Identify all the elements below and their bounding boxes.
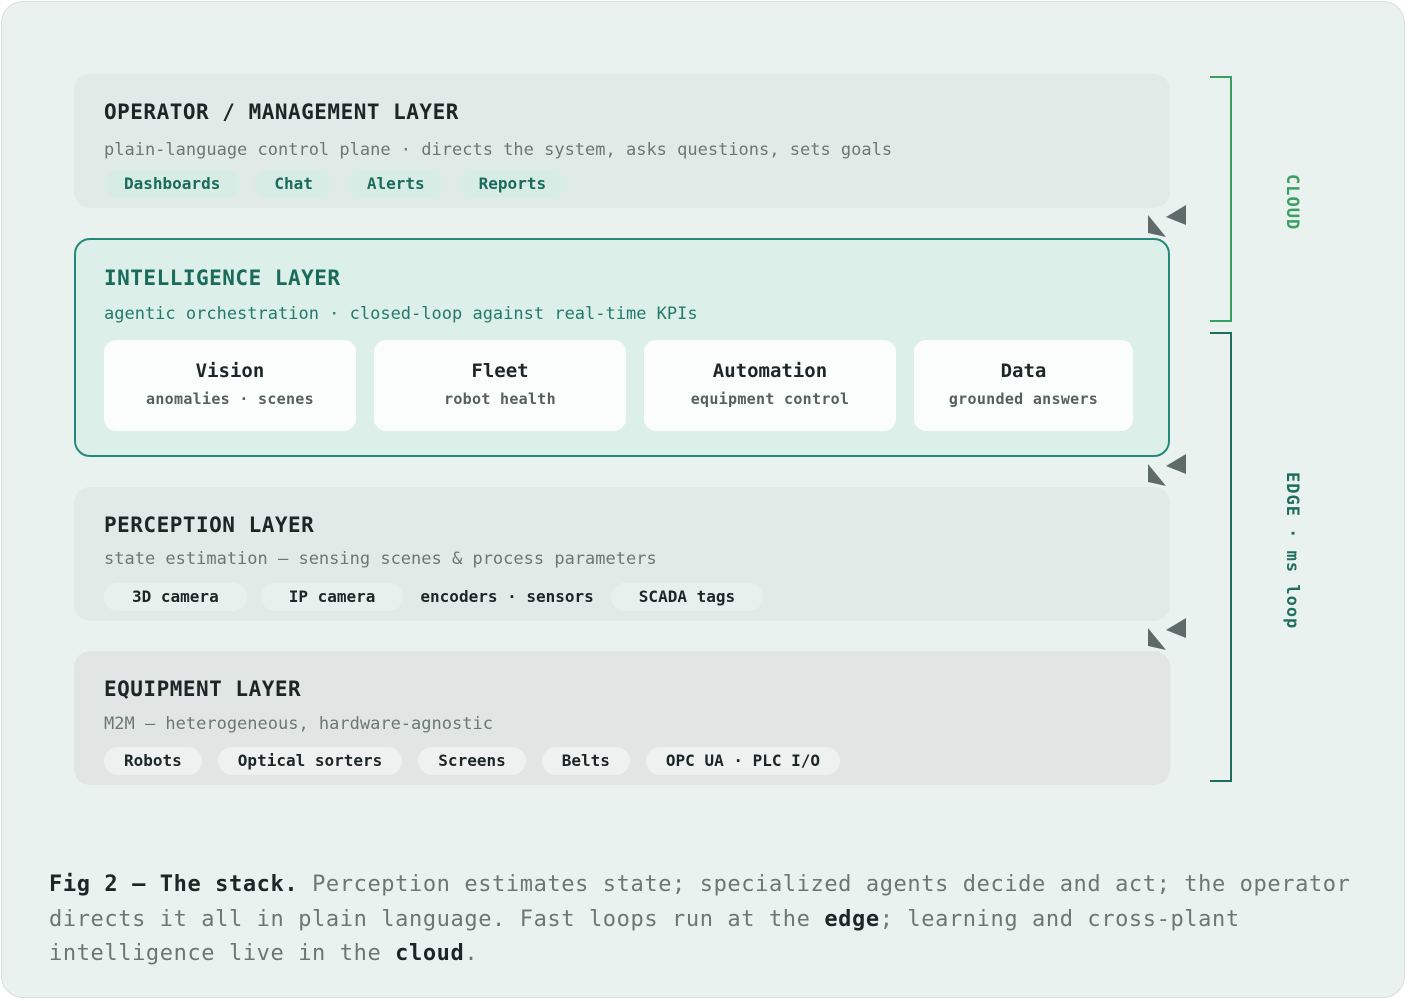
figure-frame: OPERATOR / MANAGEMENT LAYER plain-langua… bbox=[1, 1, 1405, 998]
agent-cards: Vision anomalies · scenes Fleet robot he… bbox=[104, 340, 1133, 431]
chip-ip-camera: IP camera bbox=[260, 583, 404, 611]
equipment-layer: EQUIPMENT LAYER M2M — heterogeneous, har… bbox=[74, 651, 1170, 785]
cloud-bracket bbox=[1210, 76, 1232, 322]
flow-arrow-icon bbox=[1148, 618, 1186, 650]
flow-arrow-icon bbox=[1148, 205, 1186, 237]
caption-text-3: . bbox=[464, 941, 479, 966]
chip-optical-sorters: Optical sorters bbox=[217, 747, 403, 775]
chip-scada-tags: SCADA tags bbox=[610, 583, 764, 611]
agent-name: Fleet bbox=[471, 360, 529, 382]
agent-name: Vision bbox=[195, 360, 265, 382]
intelligence-layer: INTELLIGENCE LAYER agentic orchestration… bbox=[74, 238, 1170, 457]
caption-lead: Fig 2 — The stack. bbox=[49, 872, 299, 897]
edge-label: EDGE · ms loop bbox=[1282, 472, 1302, 630]
perception-chips: 3D camera IP camera encoders · sensors S… bbox=[104, 583, 764, 611]
caption-cloud: cloud bbox=[395, 941, 465, 966]
agent-subtitle: grounded answers bbox=[948, 390, 1099, 408]
equipment-layer-description: M2M — heterogeneous, hardware-agnostic bbox=[104, 714, 493, 734]
chip-encoders-sensors: encoders · sensors bbox=[420, 587, 594, 606]
operator-layer-description: plain-language control plane · directs t… bbox=[104, 140, 893, 160]
chip-dashboards: Dashboards bbox=[104, 170, 241, 198]
chip-opc-ua-plc: OPC UA · PLC I/O bbox=[645, 747, 841, 775]
perception-layer-description: state estimation — sensing scenes & proc… bbox=[104, 549, 657, 569]
agent-subtitle: equipment control bbox=[690, 390, 850, 408]
perception-layer-title: PERCEPTION LAYER bbox=[104, 513, 315, 537]
equipment-chips: Robots Optical sorters Screens Belts OPC… bbox=[104, 747, 841, 775]
chip-alerts: Alerts bbox=[346, 170, 445, 198]
chip-chat: Chat bbox=[254, 170, 333, 198]
chip-screens: Screens bbox=[418, 747, 526, 775]
intelligence-layer-description: agentic orchestration · closed-loop agai… bbox=[104, 304, 698, 324]
agent-card-automation: Automation equipment control bbox=[644, 340, 896, 431]
caption-edge: edge bbox=[824, 906, 880, 932]
agent-card-fleet: Fleet robot health bbox=[374, 340, 626, 431]
operator-chips: Dashboards Chat Alerts Reports bbox=[104, 170, 567, 198]
equipment-layer-title: EQUIPMENT LAYER bbox=[104, 677, 302, 701]
agent-subtitle: robot health bbox=[444, 390, 556, 408]
operator-layer: OPERATOR / MANAGEMENT LAYER plain-langua… bbox=[74, 74, 1170, 208]
agent-card-data: Data grounded answers bbox=[914, 340, 1133, 431]
edge-bracket bbox=[1210, 332, 1232, 782]
perception-layer: PERCEPTION LAYER state estimation — sens… bbox=[74, 487, 1170, 621]
operator-layer-title: OPERATOR / MANAGEMENT LAYER bbox=[104, 100, 459, 124]
chip-reports: Reports bbox=[458, 170, 567, 198]
agent-card-vision: Vision anomalies · scenes bbox=[104, 340, 356, 431]
chip-3d-camera: 3D camera bbox=[104, 583, 247, 611]
figure-caption: Fig 2 — The stack. Perception estimates … bbox=[49, 868, 1369, 972]
cloud-label: CLOUD bbox=[1282, 174, 1302, 231]
chip-robots: Robots bbox=[104, 747, 202, 775]
agent-name: Data bbox=[1000, 360, 1047, 382]
intelligence-layer-title: INTELLIGENCE LAYER bbox=[104, 266, 341, 290]
agent-name: Automation bbox=[712, 360, 828, 382]
agent-subtitle: anomalies · scenes bbox=[146, 390, 314, 408]
chip-belts: Belts bbox=[541, 747, 630, 775]
flow-arrow-icon bbox=[1148, 454, 1186, 486]
